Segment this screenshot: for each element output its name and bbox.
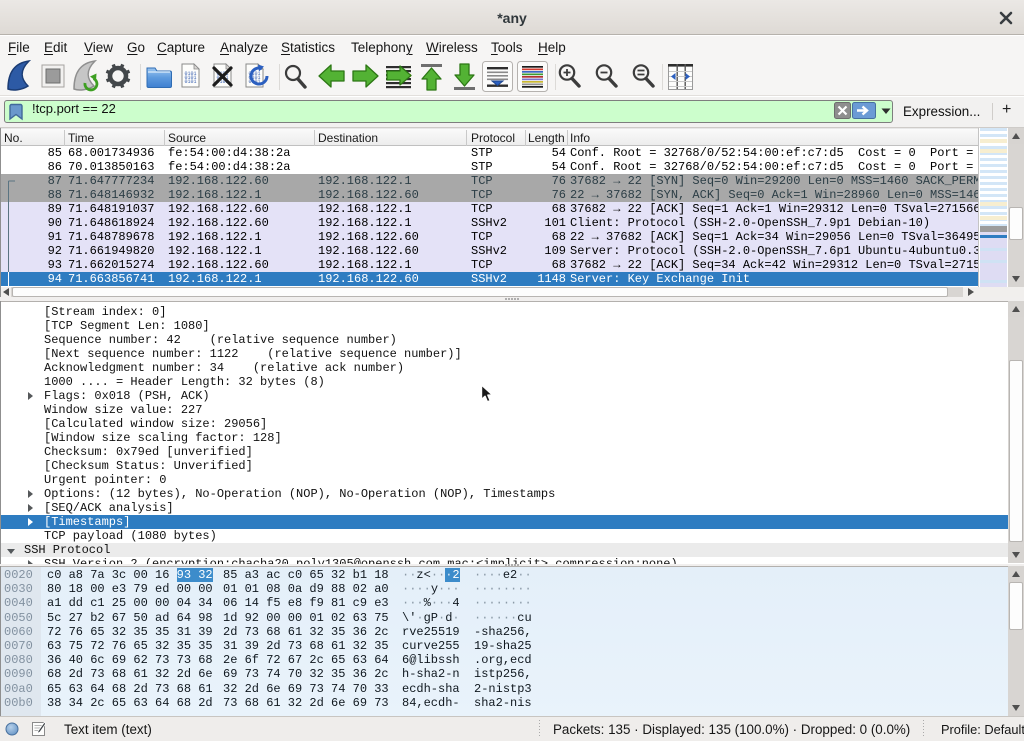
svg-text:0101: 0101 (185, 79, 197, 85)
